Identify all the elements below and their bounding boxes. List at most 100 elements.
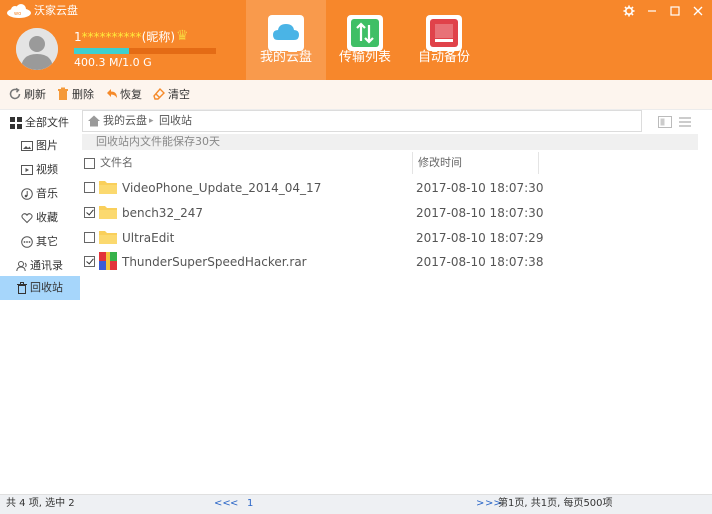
selection-summary: 共 4 项, 选中 2 [6,498,75,509]
row-checkbox[interactable] [84,256,95,267]
folder-icon [99,181,117,194]
tab-transfer-list[interactable]: 传输列表 [325,0,405,80]
tab-auto-backup[interactable]: 自动备份 [404,0,484,80]
folder-icon [99,231,117,244]
file-time: 2017-08-10 18:07:30 [416,206,544,220]
close-button[interactable] [687,2,709,20]
first-page-button[interactable]: << [214,495,231,513]
column-header-name[interactable]: 文件名 [100,155,133,171]
quota-bar [74,48,216,54]
user-name-masked: ********** [81,30,142,44]
clear-button[interactable]: 清空 [152,86,190,104]
table-row[interactable]: VideoPhone_Update_2014_04_17 2017-08-10 … [80,176,712,201]
tab-label: 我的云盘 [259,50,312,65]
sidebar-item-label: 通讯录 [30,259,63,272]
status-bar: 共 4 项, 选中 2 << < 1 > >> 第1页, 共1页, 每页500项 [0,494,712,514]
delete-label: 删除 [72,88,94,101]
maximize-icon [670,6,680,16]
undo-icon [107,89,117,98]
next-page-button[interactable]: > [476,495,484,513]
music-icon [21,188,33,200]
minimize-button[interactable] [641,2,663,20]
sidebar-item-recycle-bin[interactable]: 回收站 [0,276,80,300]
restore-label: 恢复 [120,88,142,101]
file-name: VideoPhone_Update_2014_04_17 [122,181,322,195]
clear-label: 清空 [168,88,190,101]
table-row[interactable]: bench32_247 2017-08-10 18:07:30 [80,201,712,226]
sidebar: 全部文件 图片 视频 音乐 收藏 其它 通讯录 回收站 [0,110,80,494]
file-name: UltraEdit [122,231,175,245]
breadcrumb-root[interactable]: 我的云盘 [103,113,147,129]
home-icon[interactable] [87,114,101,128]
column-header-time[interactable]: 修改时间 [418,155,462,171]
file-name: bench32_247 [122,206,203,220]
backup-icon [426,15,462,51]
row-checkbox[interactable] [84,182,95,193]
file-time: 2017-08-10 18:07:38 [416,255,544,269]
breadcrumb-separator: ▸ [149,116,154,126]
sidebar-item-label: 其它 [36,235,58,248]
sidebar-item-label: 音乐 [36,187,58,200]
table-row[interactable]: UltraEdit 2017-08-10 18:07:29 [80,226,712,251]
file-name: ThunderSuperSpeedHacker.rar [122,255,307,269]
heart-icon [21,213,33,224]
page-number[interactable]: 1 [247,495,253,513]
row-checkbox[interactable] [84,207,95,218]
view-switcher [656,115,696,129]
tab-my-cloud[interactable]: 我的云盘 [246,0,326,80]
sidebar-item-favorites[interactable]: 收藏 [0,206,80,230]
sidebar-item-label: 收藏 [36,211,58,224]
file-time: 2017-08-10 18:07:30 [416,181,544,195]
sidebar-item-label: 全部文件 [25,116,69,129]
settings-button[interactable] [618,2,640,20]
app-title: 沃家云盘 [34,4,78,17]
sidebar-item-label: 视频 [36,163,58,176]
quota-text: 400.3 M/1.0 G [74,56,152,69]
trash-icon [58,87,68,100]
cloud-icon [268,15,304,51]
table-row[interactable]: ThunderSuperSpeedHacker.rar 2017-08-10 1… [80,250,712,275]
retention-notice: 回收站内文件能保存30天 [82,134,698,150]
eraser-icon [153,87,165,100]
maximize-button[interactable] [664,2,686,20]
contacts-icon [16,261,27,272]
refresh-label: 刷新 [24,88,46,101]
close-icon [693,6,703,16]
sidebar-item-music[interactable]: 音乐 [0,182,80,206]
tab-label: 传输列表 [338,50,391,65]
row-checkbox[interactable] [84,232,95,243]
delete-button[interactable]: 删除 [56,86,94,104]
select-all-checkbox[interactable] [84,158,95,169]
user-nickname: (昵称) [141,30,176,44]
sidebar-item-all-files[interactable]: 全部文件 [0,111,80,135]
crown-icon: ♛ [176,28,189,44]
user-name-prefix: 1 [74,30,82,44]
minimize-icon [648,10,656,12]
prev-page-button[interactable]: < [230,495,238,513]
sidebar-item-other[interactable]: 其它 [0,230,80,254]
transfer-icon [347,15,383,51]
image-icon [21,141,33,151]
restore-button[interactable]: 恢复 [104,86,142,104]
list-view-icon[interactable] [678,115,692,129]
column-divider[interactable] [538,152,539,174]
table-header: 文件名 修改时间 [80,152,712,174]
file-time: 2017-08-10 18:07:29 [416,231,544,245]
user-avatar-icon [16,28,58,70]
refresh-button[interactable]: 刷新 [8,86,46,104]
thumbnail-view-icon[interactable] [658,115,672,129]
header: wo 沃家云盘 1**********(昵称) ♛ 400.3 M/1.0 G … [0,0,712,80]
sidebar-item-images[interactable]: 图片 [0,134,80,158]
toolbar: 刷新 删除 恢复 清空 [0,80,712,110]
quota-fill [74,48,130,54]
column-divider[interactable] [412,152,413,174]
avatar[interactable] [16,28,58,70]
gear-icon [623,5,635,17]
page-info: 第1页, 共1页, 每页500项 [498,498,613,509]
tab-label: 自动备份 [417,50,470,65]
sidebar-item-videos[interactable]: 视频 [0,158,80,182]
breadcrumb: 我的云盘 ▸ 回收站 [82,110,642,132]
sidebar-item-contacts[interactable]: 通讯录 [0,254,80,278]
app-logo-icon: wo [7,4,31,18]
video-icon [21,165,33,175]
